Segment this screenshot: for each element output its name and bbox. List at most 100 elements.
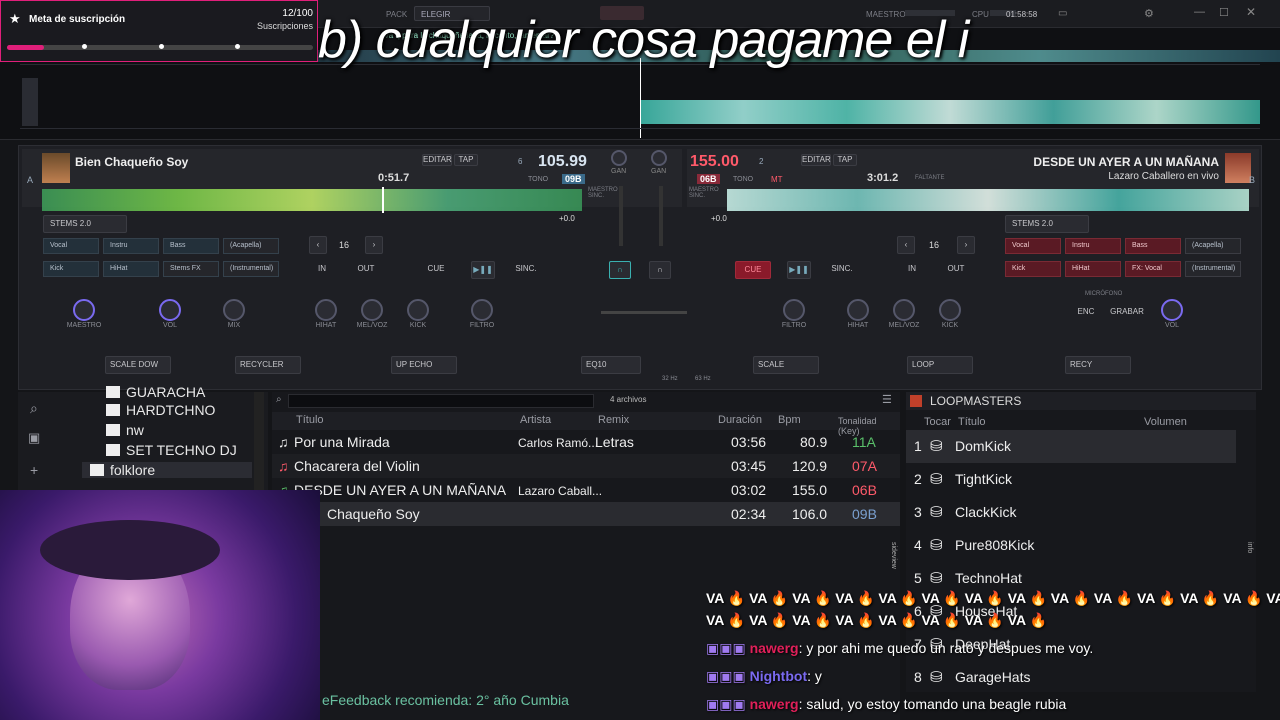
fx-select-b3[interactable]: RECY	[1065, 356, 1131, 374]
stem-hihat-a[interactable]: HiHat	[103, 261, 159, 277]
fx-select-b2[interactable]: LOOP	[907, 356, 973, 374]
melvoz-knob-a[interactable]	[361, 299, 383, 321]
deck-b-cue-button[interactable]: CUE	[735, 261, 771, 279]
deck-a-edit-button[interactable]: EDITAR	[422, 154, 452, 166]
col-loop-title[interactable]: Título	[958, 416, 986, 428]
table-row[interactable]: Chaqueño Soy 02:34 106.0 09B	[272, 502, 900, 526]
deck-a-tap-button[interactable]: TAP	[454, 154, 478, 166]
stem-kick-b[interactable]: Kick	[1005, 261, 1061, 277]
deck-a-in-button[interactable]: IN	[307, 261, 337, 279]
table-row[interactable]: ♫ Chacarera del Violin 03:45 120.9 07A	[272, 454, 900, 478]
stem-acapella-b[interactable]: (Acapella)	[1185, 238, 1241, 254]
deck-a-sync-button[interactable]: SINC.	[509, 261, 543, 279]
mic-record-button[interactable]: GRABAR	[1107, 304, 1147, 322]
plus-icon[interactable]: +	[30, 462, 38, 478]
search-icon[interactable]: ⌕	[276, 394, 282, 405]
list-item[interactable]: 4 ⛁ Pure808Kick	[906, 529, 1236, 562]
melvoz-knob-b[interactable]	[893, 299, 915, 321]
deck-a-cue-button[interactable]: CUE	[419, 261, 453, 279]
drum-icon[interactable]: ⛁	[930, 503, 943, 521]
col-play[interactable]: Tocar	[924, 416, 951, 428]
fx-select-a1[interactable]: SCALE DOW	[105, 356, 171, 374]
vol-knob-a[interactable]	[159, 299, 181, 321]
loop-half-a[interactable]: ‹	[309, 236, 327, 254]
gear-icon[interactable]: ⚙	[1144, 7, 1154, 20]
drum-icon[interactable]: ⛁	[930, 536, 943, 554]
hihat-knob-b[interactable]	[847, 299, 869, 321]
kick-knob-a[interactable]	[407, 299, 429, 321]
deck-b-sync-button[interactable]: SINC.	[825, 261, 859, 279]
deck-b-out-button[interactable]: OUT	[941, 261, 971, 279]
col-duration[interactable]: Duración	[718, 414, 762, 426]
list-item[interactable]: 3 ⛁ ClackKick	[906, 496, 1236, 529]
mix-knob-a[interactable]	[223, 299, 245, 321]
stem-fx-a[interactable]: Stems FX	[163, 261, 219, 277]
window-icon[interactable]: ▭	[1058, 8, 1067, 19]
fx-select-a3[interactable]: UP ECHO	[391, 356, 457, 374]
list-menu-icon[interactable]: ☰	[882, 393, 892, 406]
stem-kick-a[interactable]: Kick	[43, 261, 99, 277]
folder-hardtchno[interactable]: HARDTCHNO	[106, 402, 215, 418]
list-item[interactable]: 2 ⛁ TightKick	[906, 463, 1236, 496]
headphone-a-icon[interactable]: ∩	[609, 261, 631, 279]
gain-knob-a[interactable]	[611, 150, 627, 166]
folder-nw[interactable]: nw	[106, 422, 144, 438]
deck-b-stems-select[interactable]: STEMS 2.0	[1005, 215, 1089, 233]
hihat-knob-a[interactable]	[315, 299, 337, 321]
deck-a-play-button[interactable]: ▶❚❚	[471, 261, 495, 279]
deck-a-out-button[interactable]: OUT	[351, 261, 381, 279]
scroll-handle[interactable]	[22, 78, 38, 126]
loop-double-a[interactable]: ›	[365, 236, 383, 254]
headphone-b-icon[interactable]: ∩	[649, 261, 671, 279]
master-knob[interactable]	[73, 299, 95, 321]
stem-fx-b[interactable]: FX: Vocal	[1125, 261, 1181, 277]
fx-select-b1[interactable]: SCALE	[753, 356, 819, 374]
col-remix[interactable]: Remix	[598, 414, 629, 426]
deck-b-play-button[interactable]: ▶❚❚	[787, 261, 811, 279]
deck-b-in-button[interactable]: IN	[897, 261, 927, 279]
stem-bass-b[interactable]: Bass	[1125, 238, 1181, 254]
filter-knob-a[interactable]	[471, 299, 493, 321]
col-artist[interactable]: Artista	[520, 414, 551, 426]
drum-icon[interactable]: ⛁	[930, 470, 943, 488]
col-bpm[interactable]: Bpm	[778, 414, 801, 426]
loop-double-b[interactable]: ›	[957, 236, 975, 254]
stem-hihat-b[interactable]: HiHat	[1065, 261, 1121, 277]
stem-instru-a[interactable]: Instru	[103, 238, 159, 254]
stem-bass-a[interactable]: Bass	[163, 238, 219, 254]
col-title[interactable]: Título	[296, 414, 324, 426]
channel-fader-b[interactable]	[659, 186, 663, 246]
stem-instru-b[interactable]: Instru	[1065, 238, 1121, 254]
crossfader[interactable]	[601, 311, 687, 314]
channel-fader-a[interactable]	[619, 186, 623, 246]
table-row[interactable]: ♫ Por una Mirada Carlos Ramó... Letras 0…	[272, 430, 900, 454]
stem-vocal-b[interactable]: Vocal	[1005, 238, 1061, 254]
maximize-icon[interactable]: ☐	[1219, 6, 1229, 19]
minimize-icon[interactable]: —	[1194, 6, 1205, 18]
search-input[interactable]	[288, 394, 594, 408]
drum-icon[interactable]: ⛁	[930, 437, 943, 455]
deck-b-waveform[interactable]	[727, 189, 1249, 211]
stem-instrumental-b[interactable]: (Instrumental)	[1185, 261, 1241, 277]
col-volume[interactable]: Volumen	[1144, 416, 1187, 428]
drum-icon[interactable]: ⛁	[930, 569, 943, 587]
kick-knob-b[interactable]	[939, 299, 961, 321]
deck-a-stems-select[interactable]: STEMS 2.0	[43, 215, 127, 233]
folder-add-icon[interactable]: ▣	[28, 430, 40, 446]
folder-folklore[interactable]: folklore	[82, 462, 252, 478]
vol-knob-b[interactable]	[1161, 299, 1183, 321]
deck-b-edit-button[interactable]: EDITAR	[801, 154, 831, 166]
close-icon[interactable]: ✕	[1246, 5, 1256, 19]
list-item[interactable]: 1 ⛁ DomKick	[906, 430, 1236, 463]
sideview-tab[interactable]: sideview	[890, 542, 897, 569]
gain-knob-b[interactable]	[651, 150, 667, 166]
fx-select-a2[interactable]: RECYCLER	[235, 356, 301, 374]
deck-a-waveform[interactable]	[42, 189, 582, 211]
deck-b-tap-button[interactable]: TAP	[833, 154, 857, 166]
stem-vocal-a[interactable]: Vocal	[43, 238, 99, 254]
eq-select[interactable]: EQ10	[581, 356, 641, 374]
info-tab[interactable]: info	[1246, 542, 1253, 553]
loop-half-b[interactable]: ‹	[897, 236, 915, 254]
folder-guaracha[interactable]: GUARACHA	[106, 384, 205, 400]
tree-scrollbar[interactable]	[254, 392, 264, 492]
